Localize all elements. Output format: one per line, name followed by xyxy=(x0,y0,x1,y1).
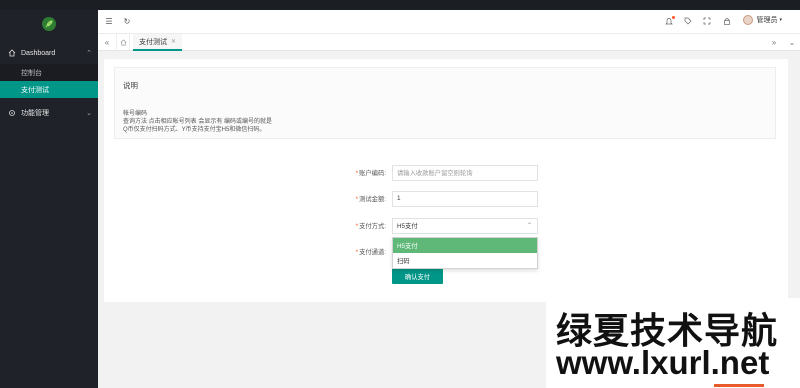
close-icon[interactable]: ✕ xyxy=(171,38,176,45)
dropdown-option[interactable]: 扫码 xyxy=(393,253,537,268)
gear-icon xyxy=(8,109,16,117)
select-value: H5支付 xyxy=(397,223,418,230)
watermark: 绿夏技术导航 www.lxurl.net xyxy=(546,298,800,388)
tag-icon[interactable] xyxy=(683,17,693,27)
sidebar-group-label: Dashboard xyxy=(21,49,56,57)
tabs-scroll-left-icon[interactable]: « xyxy=(101,37,113,48)
chevron-up-icon: ⌃ xyxy=(526,222,532,229)
tab-home[interactable] xyxy=(116,34,130,51)
tabs-bar: « 支付测试 ✕ » ⌄ xyxy=(98,34,800,51)
logo-icon xyxy=(42,17,56,31)
form-row-method: *支付方式: H5支付 ⌃ xyxy=(334,217,538,234)
note-box: 说明 帐号编码 查询方法 点击相应帐号列表 会显示有 编码或编号的就是 Q币仅支… xyxy=(114,67,776,139)
sidebar-group-dashboard[interactable]: Dashboard ⌃ xyxy=(0,42,98,64)
lock-icon[interactable] xyxy=(722,17,732,27)
logo xyxy=(0,10,98,38)
sidebar-submenu: 控制台 支付测试 xyxy=(0,64,98,98)
main-content: 说明 帐号编码 查询方法 点击相应帐号列表 会显示有 编码或编号的就是 Q币仅支… xyxy=(104,59,788,302)
form-label: *支付方式: xyxy=(355,223,386,230)
sidebar-item-console[interactable]: 控制台 xyxy=(0,64,98,81)
confirm-payment-button[interactable]: 确认支付 xyxy=(392,268,443,284)
sidebar: Dashboard ⌃ 控制台 支付测试 功能管理 ⌄ xyxy=(0,10,98,388)
note-line: Q币仅支付扫码方式、Y币支持支付宝H5和微信扫码。 xyxy=(123,127,266,133)
top-strip xyxy=(0,0,800,10)
form-label: *测试金额: xyxy=(355,196,386,203)
tab-payment-test[interactable]: 支付测试 ✕ xyxy=(133,34,183,51)
tab-label: 支付测试 xyxy=(139,38,167,46)
form-row-amount: *测试金额: 1 xyxy=(334,190,538,207)
tabs-menu-chevron-down-icon[interactable]: ⌄ xyxy=(786,37,798,48)
menu-icon[interactable]: ☰ xyxy=(104,17,114,27)
payment-method-select[interactable]: H5支付 ⌃ xyxy=(392,217,538,234)
sidebar-group-features[interactable]: 功能管理 ⌄ xyxy=(0,102,98,124)
watermark-accent xyxy=(714,384,764,387)
user-menu[interactable]: 管理员 ▾ xyxy=(743,15,782,25)
sidebar-group-label: 功能管理 xyxy=(21,110,49,117)
refresh-icon[interactable]: ↻ xyxy=(122,17,132,27)
chevron-down-icon: ▾ xyxy=(779,17,782,23)
note-title: 说明 xyxy=(123,81,138,90)
amount-input[interactable]: 1 xyxy=(392,190,538,207)
notification-badge xyxy=(672,16,675,19)
sidebar-item-label: 控制台 xyxy=(21,69,42,77)
form-label: *账户编码: xyxy=(355,170,386,177)
account-input[interactable]: 请输入收款账户留空则轮询 xyxy=(392,164,538,181)
form-label: *支付通道: xyxy=(355,249,386,256)
dropdown-option[interactable]: H5支付 xyxy=(393,238,537,253)
fullscreen-icon[interactable] xyxy=(702,17,712,27)
form-row-channel: *支付通道: xyxy=(334,243,392,260)
tabs-scroll-right-icon[interactable]: » xyxy=(768,37,780,48)
chevron-down-icon: ⌄ xyxy=(86,110,92,117)
notification-icon[interactable] xyxy=(664,16,675,27)
avatar xyxy=(743,15,754,25)
home-icon xyxy=(8,49,16,57)
user-name: 管理员 xyxy=(756,17,778,24)
payment-method-dropdown: H5支付 扫码 xyxy=(392,237,538,269)
chevron-up-icon: ⌃ xyxy=(86,50,92,57)
watermark-url: www.lxurl.net xyxy=(556,344,770,381)
header: ☰ ↻ 管理员 ▾ xyxy=(98,10,800,34)
sidebar-item-label: 支付测试 xyxy=(21,86,49,94)
sidebar-item-payment-test[interactable]: 支付测试 xyxy=(0,81,98,98)
home-icon xyxy=(120,39,126,46)
form-row-account: *账户编码: 请输入收款账户留空则轮询 xyxy=(334,164,538,181)
